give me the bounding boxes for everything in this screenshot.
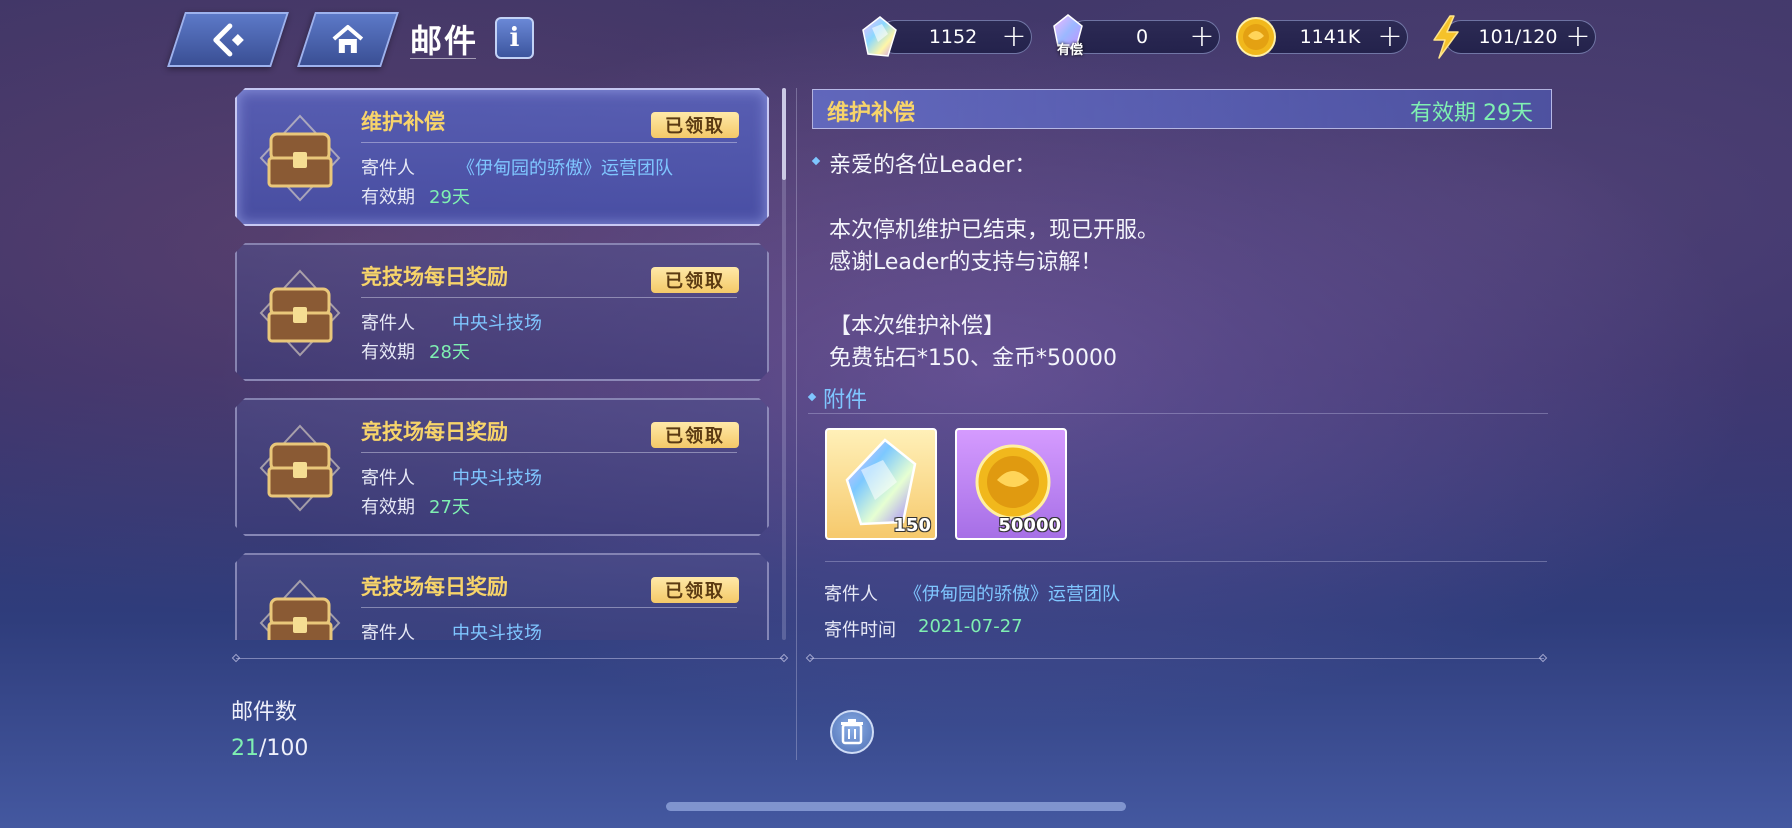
- lightning-icon: [1433, 15, 1459, 59]
- sender-label: 寄件人: [361, 623, 415, 640]
- mail-divider: [361, 297, 737, 298]
- detail-time: 2021-07-27: [918, 616, 1023, 637]
- mail-sender: 中央斗技场: [452, 468, 542, 489]
- list-scrollbar[interactable]: [782, 88, 786, 640]
- divider-ornament: [231, 653, 241, 663]
- chest-icon: [259, 579, 341, 640]
- divider-ornament: [805, 653, 815, 663]
- home-button[interactable]: [297, 12, 399, 67]
- mail-sender: 中央斗技场: [452, 623, 542, 640]
- list-scrollbar-thumb[interactable]: [782, 88, 786, 180]
- paid-tag: 有偿: [1057, 43, 1084, 58]
- info-button[interactable]: i: [495, 17, 534, 59]
- mail-divider: [361, 607, 737, 608]
- mail-title: 竞技场每日奖励: [361, 265, 508, 289]
- mail-title: 维护补偿: [361, 110, 445, 134]
- add-stamina-button[interactable]: +: [1561, 22, 1595, 52]
- title-underline: [410, 58, 476, 59]
- attachments-divider: [808, 413, 1548, 414]
- trash-icon: [841, 719, 863, 745]
- attachments-label: 附件: [823, 388, 868, 413]
- divider-ornament: [1538, 653, 1548, 663]
- mail-expiry: 27天: [429, 497, 470, 518]
- mail-title: 竞技场每日奖励: [361, 420, 508, 444]
- mail-greeting: 亲爱的各位Leader：: [829, 153, 1037, 178]
- mail-count-current: 21: [231, 736, 259, 761]
- mail-body-line: 本次停机维护已结束，现已开服。: [829, 218, 1160, 243]
- mail-body-line: 免费钻石*150、金币*50000: [829, 346, 1117, 371]
- mail-count: 21/100: [231, 736, 308, 761]
- mail-body-line: 感谢Leader的支持与谅解！: [829, 250, 1103, 275]
- mail-expiry: 28天: [429, 342, 470, 363]
- mail-item[interactable]: 竞技场每日奖励 已领取 寄件人 中央斗技场 有效期 27天: [235, 398, 769, 536]
- panel-divider: [796, 88, 797, 760]
- gold-coin-icon: [1236, 17, 1276, 57]
- mail-item-selected[interactable]: 维护补偿 已领取 寄件人 《伊甸园的骄傲》运营团队 有效期 29天: [235, 88, 769, 226]
- claimed-badge: 已领取: [651, 577, 739, 603]
- divider-ornament: [779, 653, 789, 663]
- back-arrow-icon: [208, 20, 248, 60]
- mail-expiry: 29天: [429, 187, 470, 208]
- add-gold-button[interactable]: +: [1373, 22, 1407, 52]
- chest-icon: [259, 114, 341, 202]
- mail-sender: 《伊甸园的骄傲》运营团队: [457, 158, 673, 179]
- claimed-badge: 已领取: [651, 422, 739, 448]
- attachment-gold[interactable]: 50000: [955, 428, 1067, 540]
- attachment-diamond[interactable]: 150: [825, 428, 937, 540]
- home-icon: [331, 24, 365, 56]
- claimed-badge: 已领取: [651, 112, 739, 138]
- expiry-label: 有效期: [361, 187, 415, 208]
- home-indicator[interactable]: [666, 802, 1126, 811]
- mail-title: 竞技场每日奖励: [361, 575, 508, 599]
- bullet-icon: [811, 156, 821, 166]
- mail-divider: [361, 452, 737, 453]
- mail-body-line: 【本次维护补偿】: [829, 314, 1006, 339]
- list-bottom-divider: [236, 658, 784, 659]
- sender-label: 寄件人: [361, 158, 415, 179]
- delete-button[interactable]: [830, 710, 874, 754]
- page-title: 邮件: [410, 22, 479, 60]
- chest-icon: [259, 424, 341, 512]
- attachment-qty: 150: [893, 515, 931, 536]
- sender-label: 寄件人: [361, 313, 415, 334]
- expiry-label: 有效期: [361, 497, 415, 518]
- detail-title: 维护补偿: [827, 101, 916, 126]
- diamond-icon: [862, 16, 897, 57]
- bullet-icon: [807, 392, 817, 402]
- mail-count-max: /100: [259, 736, 309, 761]
- attachment-qty: 50000: [998, 515, 1061, 536]
- mail-list[interactable]: 维护补偿 已领取 寄件人 《伊甸园的骄傲》运营团队 有效期 29天 竞技场每日奖…: [235, 88, 775, 640]
- detail-header: 维护补偿 有效期 29天: [812, 89, 1552, 129]
- mail-sender: 中央斗技场: [452, 313, 542, 334]
- resource-gold: 1141K +: [1256, 20, 1408, 54]
- detail-expiry: 有效期 29天: [1410, 101, 1533, 126]
- claimed-badge: 已领取: [651, 267, 739, 293]
- mail-count-label: 邮件数: [231, 700, 298, 725]
- add-paid-diamond-button[interactable]: +: [1185, 22, 1219, 52]
- mail-divider: [361, 142, 737, 143]
- chest-icon: [259, 269, 341, 357]
- mail-item[interactable]: 竞技场每日奖励 已领取 寄件人 中央斗技场: [235, 553, 769, 640]
- detail-info-divider: [825, 561, 1547, 562]
- detail-sender: 《伊甸园的骄傲》运营团队: [904, 584, 1120, 605]
- detail-bottom-divider: [810, 658, 1544, 659]
- sender-label: 寄件人: [361, 468, 415, 489]
- expiry-label: 有效期: [361, 342, 415, 363]
- detail-sender-label: 寄件人: [824, 584, 878, 605]
- add-diamond-button[interactable]: +: [997, 22, 1031, 52]
- back-button[interactable]: [167, 12, 289, 67]
- mail-item[interactable]: 竞技场每日奖励 已领取 寄件人 中央斗技场 有效期 28天: [235, 243, 769, 381]
- detail-time-label: 寄件时间: [824, 620, 896, 641]
